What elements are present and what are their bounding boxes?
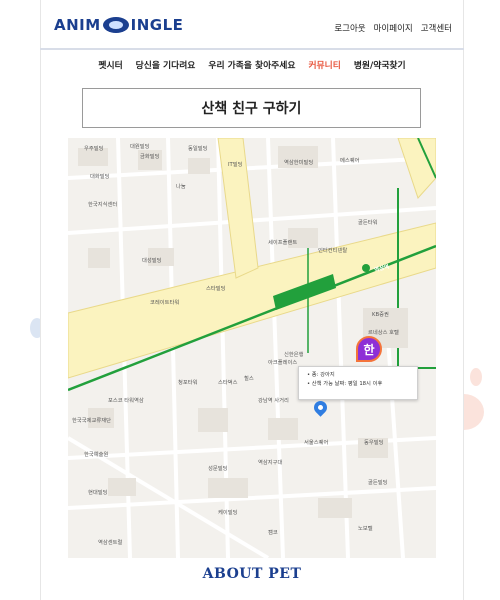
map-label: 포스코 타워역삼: [108, 398, 144, 404]
footer-about-pet-title: ABOUT PET: [202, 566, 302, 582]
map-label: 골든타워: [358, 220, 378, 226]
map-label: 역삼센트럴: [98, 540, 123, 546]
map-label: 한국국제교류재단: [72, 418, 111, 424]
map-label: 캠코: [268, 530, 278, 536]
logout-link[interactable]: 로그아웃: [334, 22, 365, 34]
nav-item-community[interactable]: 커뮤니티: [308, 58, 340, 76]
map-label: 동우빌딩: [364, 440, 384, 446]
map-label: 골든빌딩: [368, 480, 388, 486]
logo-text-left: ANIM: [54, 16, 101, 34]
map-label: 역삼한미빌딩: [284, 160, 314, 166]
map-label: KB증권: [372, 312, 389, 318]
map-label: 강남역 사거리: [258, 398, 289, 404]
map-label: 대성빌딩: [142, 258, 162, 264]
mypage-link[interactable]: 마이페이지: [374, 22, 413, 34]
map-label: 세이프플랜트: [268, 240, 298, 246]
main-nav: 펫시터 당신을 기다려요 우리 가족을 찾아주세요 커뮤니티 병원/약국찾기: [40, 58, 464, 76]
map-label: IT빌딩: [228, 162, 243, 168]
site-logo[interactable]: ANIM INGLE: [54, 16, 183, 34]
utility-links: 로그아웃 마이페이지 고객센터: [334, 22, 452, 34]
nav-item-hospital[interactable]: 병원/약국찾기: [354, 58, 406, 76]
map-label: 케이빌딩: [218, 510, 238, 516]
map-label: 나눔: [176, 184, 186, 190]
walk-info-popup[interactable]: • 종: 강아지 • 산책 가능 날짜: 평일 18시 이후: [298, 366, 418, 400]
map-label: 스타벅스: [218, 380, 238, 386]
popup-line-species: • 종: 강아지: [307, 372, 335, 378]
map-label: 동일빌딩: [188, 146, 208, 152]
map-label: 우주빌딩: [84, 146, 104, 152]
customer-center-link[interactable]: 고객센터: [421, 22, 452, 34]
map-label: 현대빌딩: [88, 490, 108, 496]
map-label: 한국예술원: [84, 452, 109, 458]
site-header: ANIM INGLE 로그아웃 마이페이지 고객센터: [40, 0, 464, 50]
map-label: 금화빌딩: [140, 154, 160, 160]
map-label: 메스퀘어: [340, 158, 360, 164]
map-label: 대원빌딩: [130, 144, 150, 150]
map-label: 대화빌딩: [90, 174, 110, 180]
walk-friend-map[interactable]: 우주빌딩 대원빌딩 금화빌딩 동일빌딩 대화빌딩 나눔 IT빌딩 역삼한미빌딩 …: [68, 138, 436, 558]
map-label: 청포타워: [178, 380, 198, 386]
map-label: 르네상스 호텔: [368, 330, 399, 336]
map-label: 노보텔: [358, 526, 373, 532]
map-label: 역삼지구대: [258, 460, 283, 466]
map-label: 서울스퀘어: [304, 440, 329, 446]
map-label: 스타빌딩: [206, 286, 226, 292]
popup-line-availability: • 산책 가능 날짜: 평일 18시 이후: [307, 381, 383, 387]
map-label: 성문빌딩: [208, 466, 228, 472]
page-title: 산책 친구 구하기: [82, 88, 421, 128]
nav-item-pet-sitter[interactable]: 펫시터: [98, 58, 122, 76]
map-label: 한국지식센터: [88, 202, 118, 208]
nav-item-waiting[interactable]: 당신을 기다려요: [136, 58, 196, 76]
map-label: 힐스: [244, 376, 254, 382]
map-label: 신한은행: [284, 352, 304, 358]
friend-marker[interactable]: 한: [356, 336, 382, 362]
logo-ball-icon: [102, 17, 129, 33]
nav-item-find-family[interactable]: 우리 가족을 찾아주세요: [208, 58, 295, 76]
map-label: 아크플레이스: [268, 360, 298, 366]
map-label: 인터컨티넨탈: [318, 248, 348, 254]
logo-text-right: INGLE: [130, 16, 184, 34]
map-label: 코레이트타워: [150, 300, 180, 306]
